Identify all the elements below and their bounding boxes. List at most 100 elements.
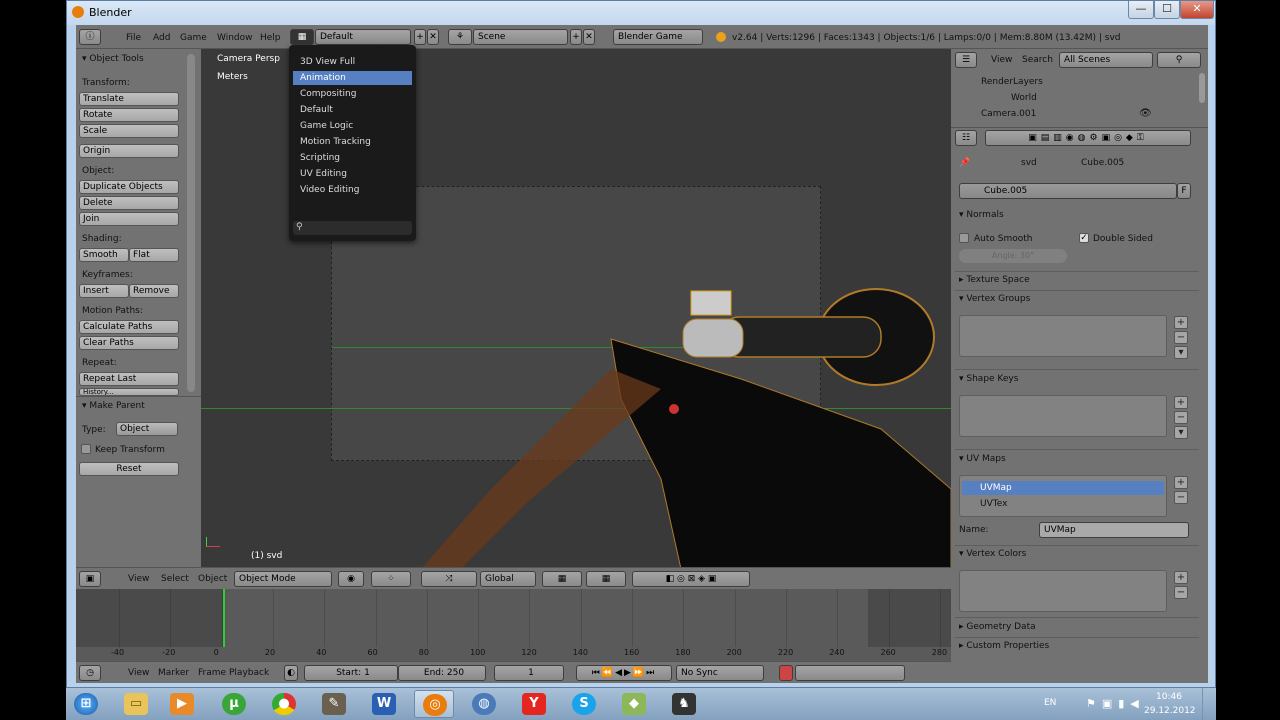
language-indicator[interactable]: EN <box>1044 698 1056 708</box>
scale-button[interactable]: Scale <box>79 124 179 138</box>
mode-select[interactable]: Object Mode <box>234 571 332 587</box>
shape-keys-panel-header[interactable]: ▾ Shape Keys <box>959 374 1018 384</box>
clear-paths-button[interactable]: Clear Paths <box>79 336 179 350</box>
layout-option-compositing[interactable]: Compositing <box>293 87 412 101</box>
orientation-select[interactable]: Global <box>480 571 536 587</box>
layout-option-default[interactable]: Default <box>293 103 412 117</box>
translate-button[interactable]: Translate <box>79 92 179 106</box>
menu-playback[interactable]: Playback <box>229 668 269 678</box>
sync-select[interactable]: No Sync <box>676 665 764 681</box>
menu-search[interactable]: Search <box>1022 55 1053 65</box>
layout-option-game-logic[interactable]: Game Logic <box>293 119 412 133</box>
shape-keys-list[interactable] <box>959 395 1167 437</box>
keying-set-field[interactable] <box>795 665 905 681</box>
blender-taskbar-icon[interactable]: ◎ <box>414 690 454 718</box>
smooth-button[interactable]: Smooth <box>79 248 129 262</box>
tray-icons[interactable]: ⚑▣▮◀ <box>1086 697 1145 710</box>
pivot-icon[interactable]: ⁘ <box>371 571 411 587</box>
vertex-group-menu-button[interactable]: ▾ <box>1174 346 1188 359</box>
custom-properties-panel-header[interactable]: ▸ Custom Properties <box>959 641 1049 651</box>
preview-range-icon[interactable]: ◐ <box>284 665 298 681</box>
menu-file[interactable]: File <box>126 33 141 43</box>
layout-option-3d-view-full[interactable]: 3D View Full <box>293 55 412 69</box>
rotate-button[interactable]: Rotate <box>79 108 179 122</box>
vertex-colors-panel-header[interactable]: ▾ Vertex Colors <box>959 549 1026 559</box>
visibility-eye-icon[interactable]: 👁 <box>1139 108 1152 119</box>
remove-uv-map-button[interactable]: − <box>1174 491 1188 504</box>
duplicate-objects-button[interactable]: Duplicate Objects <box>79 180 179 194</box>
minimize-button[interactable]: — <box>1128 1 1154 19</box>
add-shape-key-button[interactable]: + <box>1174 396 1188 409</box>
outliner-scrollbar[interactable] <box>1199 73 1205 103</box>
editor-type-icon[interactable]: ☷ <box>955 130 977 146</box>
menu-select[interactable]: Select <box>161 574 189 584</box>
show-desktop-button[interactable] <box>1202 688 1216 720</box>
layout-field[interactable]: Default <box>315 29 411 45</box>
menu-view[interactable]: View <box>128 574 149 584</box>
tool-shelf-scrollbar[interactable] <box>187 54 195 392</box>
uv-maps-panel-header[interactable]: ▾ UV Maps <box>959 454 1006 464</box>
app-taskbar-icon[interactable]: ◆ <box>614 690 654 718</box>
uv-name-field[interactable]: UVMap <box>1039 522 1189 538</box>
layers2-icon[interactable]: ▦ <box>586 571 626 587</box>
scene-field[interactable]: Scene <box>473 29 568 45</box>
search-icon[interactable]: ⚲ <box>1157 52 1201 68</box>
texture-space-panel-header[interactable]: ▸ Texture Space <box>959 275 1030 285</box>
vertex-colors-list[interactable] <box>959 570 1167 612</box>
editor-type-icon[interactable]: ◷ <box>79 665 101 681</box>
delete-layout-icon[interactable]: ✕ <box>427 29 439 45</box>
record-icon[interactable] <box>779 665 793 681</box>
menu-window[interactable]: Window <box>217 33 253 43</box>
keep-transform-checkbox[interactable] <box>81 444 91 454</box>
media-player-taskbar-icon[interactable]: ▶ <box>162 690 202 718</box>
flat-button[interactable]: Flat <box>129 248 179 262</box>
join-button[interactable]: Join <box>79 212 179 226</box>
repeat-last-button[interactable]: Repeat Last <box>79 372 179 386</box>
menu-object[interactable]: Object <box>198 574 227 584</box>
vertex-groups-list[interactable] <box>959 315 1167 357</box>
menu-view[interactable]: View <box>128 668 149 678</box>
layout-icon[interactable]: ▦ <box>290 29 314 45</box>
close-button[interactable]: ✕ <box>1180 1 1214 19</box>
editor-type-icon[interactable]: ▣ <box>79 571 101 587</box>
fake-user-button[interactable]: F <box>1177 183 1191 199</box>
menu-add[interactable]: Add <box>153 33 170 43</box>
explorer-taskbar-icon[interactable]: ▭ <box>116 690 156 718</box>
delete-scene-icon[interactable]: ✕ <box>583 29 595 45</box>
shading-icon[interactable]: ◉ <box>338 571 364 587</box>
pin-icon[interactable]: 📌 <box>959 158 970 168</box>
property-context-tabs[interactable]: ▣▤▥◉◍⚙▣◎◆⚿ <box>985 130 1191 146</box>
add-uv-map-button[interactable]: + <box>1174 476 1188 489</box>
delete-button[interactable]: Delete <box>79 196 179 210</box>
outliner-item-world[interactable]: World <box>1011 93 1037 103</box>
utorrent-taskbar-icon[interactable]: µ <box>214 690 254 718</box>
layers-icon[interactable]: ▦ <box>542 571 582 587</box>
parent-type-select[interactable]: Object <box>116 422 178 436</box>
angle-slider[interactable]: Angle: 30° <box>959 249 1067 263</box>
clock-date[interactable]: 29.12.2012 <box>1144 706 1196 716</box>
remove-keyframe-button[interactable]: Remove <box>129 284 179 298</box>
current-frame-field[interactable]: 1 <box>494 665 564 681</box>
auto-smooth-checkbox[interactable] <box>959 233 969 243</box>
remove-shape-key-button[interactable]: − <box>1174 411 1188 424</box>
layout-option-animation[interactable]: Animation <box>293 71 412 85</box>
normals-panel-header[interactable]: ▾ Normals <box>959 210 1004 220</box>
menu-frame[interactable]: Frame <box>198 668 226 678</box>
layout-search-input[interactable]: ⚲ <box>293 221 412 235</box>
current-frame-marker[interactable] <box>223 589 225 647</box>
double-sided-checkbox[interactable]: ✓ <box>1079 233 1089 243</box>
editor-type-icon[interactable]: ⓘ <box>79 29 101 45</box>
render-engine-select[interactable]: Blender Game <box>613 29 703 45</box>
end-frame-field[interactable]: End: 250 <box>398 665 486 681</box>
manipulator-icon[interactable]: ⤨ <box>421 571 477 587</box>
menu-help[interactable]: Help <box>260 33 281 43</box>
uv-map-item-uvmap[interactable]: UVMap <box>962 481 1164 495</box>
mesh-name-field[interactable]: Cube.005 <box>959 183 1177 199</box>
geometry-data-panel-header[interactable]: ▸ Geometry Data <box>959 622 1036 632</box>
chrome-taskbar-icon[interactable]: ● <box>264 690 304 718</box>
object-tools-header[interactable]: ▾ Object Tools <box>82 54 144 64</box>
reset-button[interactable]: Reset <box>79 462 179 476</box>
outliner-filter-select[interactable]: All Scenes <box>1059 52 1153 68</box>
add-scene-icon[interactable]: + <box>570 29 582 45</box>
editor-type-icon[interactable]: ☰ <box>955 52 977 68</box>
